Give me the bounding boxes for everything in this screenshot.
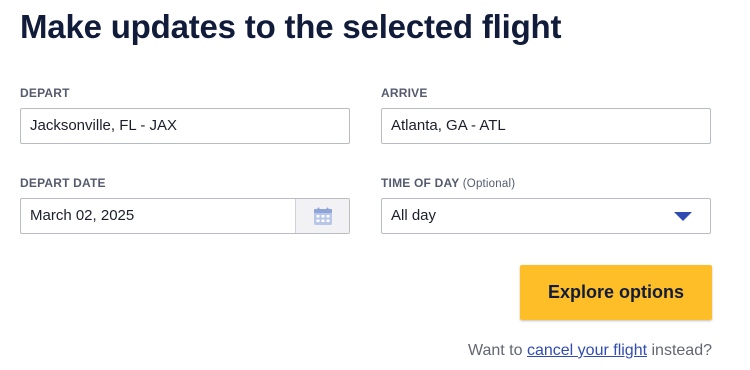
- depart-field[interactable]: Jacksonville, FL - JAX: [20, 108, 350, 144]
- depart-date-value: March 02, 2025: [30, 207, 135, 224]
- depart-value: Jacksonville, FL - JAX: [30, 117, 177, 134]
- cancel-prompt-suffix: instead?: [651, 342, 713, 359]
- time-of-day-value: All day: [391, 207, 437, 224]
- time-of-day-select[interactable]: All day: [381, 198, 711, 234]
- explore-options-button[interactable]: Explore options: [520, 265, 712, 320]
- arrive-label: ARRIVE: [381, 86, 428, 100]
- arrive-field[interactable]: Atlanta, GA - ATL: [381, 108, 711, 144]
- time-of-day-label: TIME OF DAY (Optional): [381, 176, 515, 190]
- cancel-prompt: Want to cancel your flight instead?: [468, 342, 712, 360]
- cancel-flight-link[interactable]: cancel your flight: [527, 342, 647, 359]
- chevron-down-icon: [674, 212, 692, 221]
- calendar-icon: [313, 207, 332, 225]
- optional-hint: (Optional): [462, 178, 516, 190]
- depart-label: DEPART: [20, 86, 70, 100]
- page-title: Make updates to the selected flight: [20, 8, 562, 45]
- depart-date-field[interactable]: March 02, 2025: [20, 198, 350, 234]
- calendar-button[interactable]: [295, 199, 349, 233]
- cancel-prompt-prefix: Want to: [467, 342, 523, 359]
- time-of-day-label-text: TIME OF DAY: [381, 176, 460, 190]
- depart-date-label: DEPART DATE: [20, 176, 106, 190]
- arrive-value: Atlanta, GA - ATL: [391, 117, 506, 134]
